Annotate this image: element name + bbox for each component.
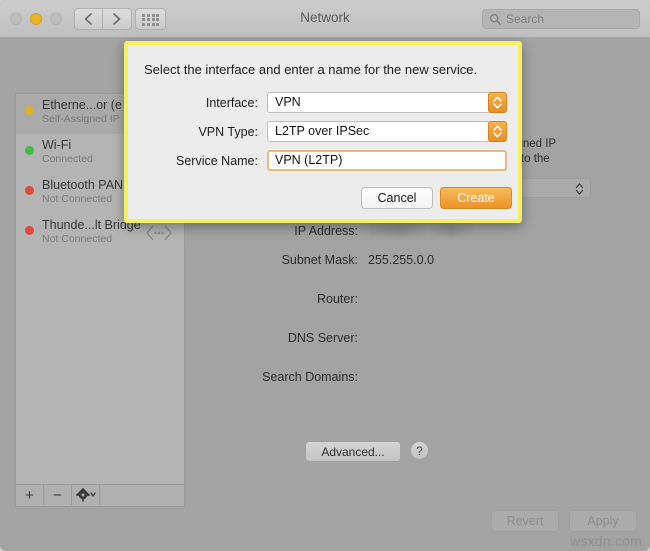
field-dns-server: DNS Server: [196, 331, 636, 355]
create-button[interactable]: Create [440, 187, 512, 209]
field-value: 255.255.0.0 [368, 253, 435, 267]
help-button[interactable]: ? [410, 441, 429, 460]
status-dot [25, 186, 34, 195]
interface-label: Interface: [205, 96, 258, 110]
vpn-type-row: VPN Type: L2TP over IPSec [128, 121, 518, 143]
field-subnet-mask: Subnet Mask: 255.255.0.0 [196, 253, 636, 277]
field-label: Search Domains: [262, 370, 358, 384]
thunderbolt-icon [146, 225, 172, 241]
advanced-button[interactable]: Advanced... [305, 441, 401, 462]
status-dot [25, 226, 34, 235]
field-ip-address: IP Address: [196, 223, 636, 248]
vpn-type-select[interactable]: L2TP over IPSec [267, 121, 507, 142]
remove-service-button[interactable]: − [44, 485, 72, 505]
new-service-sheet: Select the interface and enter a name fo… [124, 41, 522, 223]
sheet-prompt: Select the interface and enter a name fo… [144, 62, 478, 77]
search-input[interactable]: Search [482, 9, 640, 29]
cancel-button[interactable]: Cancel [361, 187, 433, 209]
search-placeholder: Search [506, 12, 545, 26]
stepper-arrows [493, 125, 502, 138]
vpn-type-label: VPN Type: [198, 125, 258, 139]
window-titlebar: Network Search [0, 0, 650, 38]
field-label: Router: [317, 292, 358, 306]
status-dot [25, 146, 34, 155]
search-icon [489, 13, 502, 26]
field-search-domains: Search Domains: [196, 370, 636, 394]
interface-value: VPN [275, 95, 301, 109]
chevron-updown-icon[interactable] [488, 121, 507, 142]
watermark: wsxdn.com [570, 533, 642, 549]
service-name-input[interactable]: VPN (L2TP) [267, 150, 507, 171]
service-name-row: Service Name: VPN (L2TP) [128, 150, 518, 172]
field-router: Router: [196, 292, 636, 316]
gear-menu-button[interactable] [72, 485, 100, 505]
vpn-type-value: L2TP over IPSec [275, 124, 370, 138]
field-label: Subnet Mask: [281, 253, 358, 267]
chevron-updown-icon[interactable] [488, 92, 507, 113]
redacted-value [368, 223, 478, 236]
interface-row: Interface: VPN [128, 92, 518, 114]
revert-button[interactable]: Revert [491, 510, 559, 532]
stepper-arrows [493, 96, 502, 109]
interface-select[interactable]: VPN [267, 92, 507, 113]
service-name-label: Service Name: [176, 154, 258, 168]
network-preferences-window: Network Search Etherne...or (e Self-Assi… [0, 0, 650, 551]
services-toolbar: + − [15, 485, 185, 507]
services-toolbar-spacer [100, 485, 184, 505]
chevron-updown-icon [575, 183, 584, 195]
field-label: DNS Server: [287, 331, 358, 345]
add-service-button[interactable]: + [16, 485, 44, 505]
apply-button[interactable]: Apply [569, 510, 637, 532]
field-label: IP Address: [294, 224, 358, 238]
gear-icon [75, 488, 96, 502]
status-dot [25, 106, 34, 115]
